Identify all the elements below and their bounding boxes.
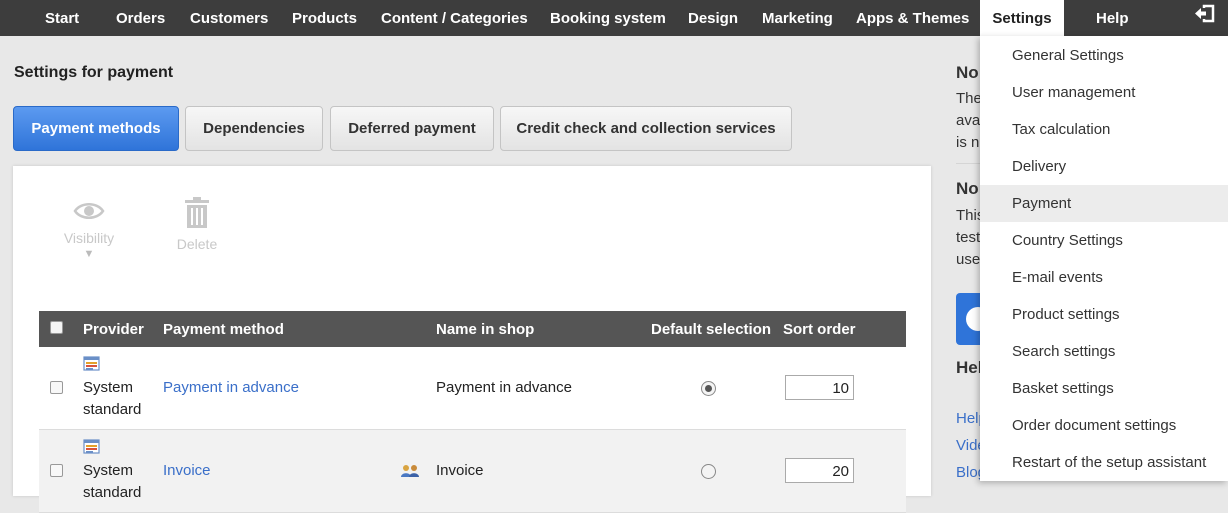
nav-design[interactable]: Design [688, 0, 738, 36]
nav-apps-themes[interactable]: Apps & Themes [856, 0, 969, 36]
trash-icon [185, 197, 209, 228]
name-in-shop: Payment in advance [436, 379, 572, 396]
nav-products[interactable]: Products [292, 0, 357, 36]
tab-credit-check[interactable]: Credit check and collection services [500, 106, 792, 151]
sidebar-notice-text: is n [956, 134, 980, 151]
delete-label: Delete [176, 236, 218, 252]
page-title: Settings for payment [14, 64, 174, 81]
delete-button[interactable]: Delete [171, 197, 223, 252]
sidebar-notice-text: ava [956, 112, 981, 129]
provider-line1: System [83, 379, 134, 396]
col-default-selection[interactable]: Default selection [651, 321, 771, 338]
tab-dependencies[interactable]: Dependencies [185, 106, 323, 151]
nav-settings[interactable]: Settings [980, 0, 1064, 36]
row-checkbox[interactable] [50, 464, 63, 477]
menu-item-tax-calculation[interactable]: Tax calculation [980, 111, 1228, 148]
select-all-checkbox[interactable] [50, 321, 63, 334]
menu-item-basket-settings[interactable]: Basket settings [980, 370, 1228, 407]
nav-booking-system[interactable]: Booking system [550, 0, 666, 36]
content-panel: Visibility ▼ Delete Provider Payment met… [13, 166, 931, 513]
menu-item-country-settings[interactable]: Country Settings [980, 222, 1228, 259]
default-selection-radio[interactable] [701, 381, 716, 396]
col-payment-method[interactable]: Payment method [163, 321, 284, 338]
sidebar-notice-title: No [956, 63, 979, 82]
sidebar-notice-text: test [956, 229, 981, 246]
menu-item-search-settings[interactable]: Search settings [980, 333, 1228, 370]
provider-line2: standard [83, 484, 142, 501]
nav-content-categories[interactable]: Content / Categories [381, 0, 528, 36]
table-header: Provider Payment method Name in shop Def… [39, 311, 906, 347]
table-row: System standard Invoice Invoice [39, 430, 906, 513]
provider-line1: System [83, 462, 134, 479]
menu-item-user-management[interactable]: User management [980, 74, 1228, 111]
nav-customers[interactable]: Customers [190, 0, 268, 36]
payment-method-link[interactable]: Invoice [163, 462, 211, 479]
sidebar-notice-text: The [956, 90, 982, 107]
nav-help[interactable]: Help [1096, 0, 1129, 36]
row-checkbox[interactable] [50, 381, 63, 394]
visibility-label: Visibility [63, 230, 115, 246]
sort-order-input[interactable] [785, 375, 854, 400]
visibility-button[interactable]: Visibility ▼ [59, 199, 119, 260]
tab-deferred-payment[interactable]: Deferred payment [330, 106, 494, 151]
eye-icon [73, 203, 105, 219]
menu-item-general-settings[interactable]: General Settings [980, 37, 1228, 74]
default-selection-radio[interactable] [701, 464, 716, 479]
settings-dropdown-menu: General Settings User management Tax cal… [980, 36, 1228, 481]
col-sort-order[interactable]: Sort order [783, 321, 856, 338]
menu-item-payment[interactable]: Payment [980, 185, 1228, 222]
system-standard-icon [83, 439, 100, 454]
sidebar-help-title: Hel [956, 358, 983, 377]
menu-item-product-settings[interactable]: Product settings [980, 296, 1228, 333]
logout-icon[interactable] [1193, 4, 1215, 24]
col-name-in-shop[interactable]: Name in shop [436, 321, 534, 338]
customer-groups-icon [401, 465, 419, 477]
col-provider[interactable]: Provider [83, 321, 144, 338]
menu-item-email-events[interactable]: E-mail events [980, 259, 1228, 296]
menu-item-restart-setup-assistant[interactable]: Restart of the setup assistant [980, 444, 1228, 481]
system-standard-icon [83, 356, 100, 371]
menu-item-order-document-settings[interactable]: Order document settings [980, 407, 1228, 444]
name-in-shop: Invoice [436, 462, 484, 479]
nav-marketing[interactable]: Marketing [762, 0, 833, 36]
top-navigation: Start Orders Customers Products Content … [0, 0, 1228, 36]
chevron-down-icon: ▼ [83, 248, 95, 260]
sidebar-notice-text: use [956, 251, 981, 268]
tab-payment-methods[interactable]: Payment methods [13, 106, 179, 151]
menu-item-delivery[interactable]: Delivery [980, 148, 1228, 185]
payment-method-link[interactable]: Payment in advance [163, 379, 299, 396]
nav-start[interactable]: Start [45, 0, 79, 36]
sidebar-notice-title: No [956, 179, 979, 198]
table-row: System standard Payment in advance Payme… [39, 347, 906, 430]
nav-orders[interactable]: Orders [116, 0, 165, 36]
provider-line2: standard [83, 401, 142, 418]
sort-order-input[interactable] [785, 458, 854, 483]
